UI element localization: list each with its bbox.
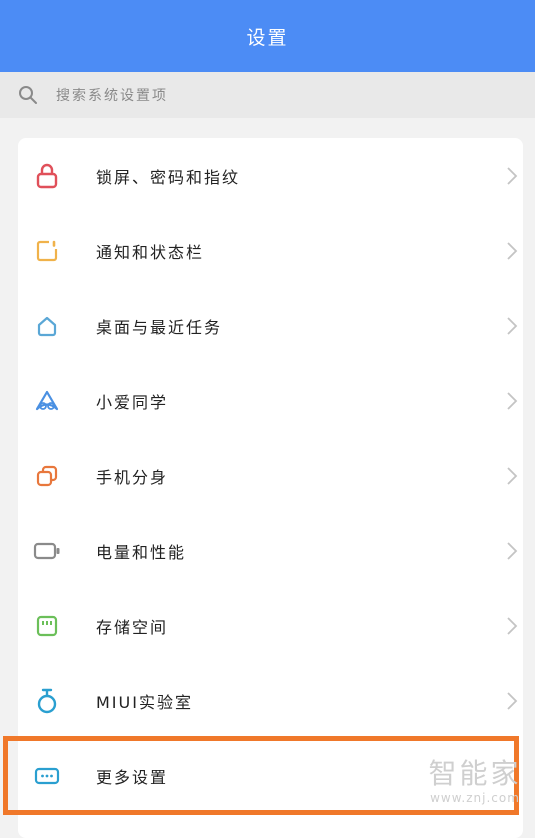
storage-icon [33,612,61,640]
settings-item-home-screen[interactable]: 桌面与最近任务 [18,288,523,363]
chevron-right-icon [505,616,519,636]
settings-item-label: 锁屏、密码和指纹 [96,167,241,187]
chevron-right-icon [505,466,519,486]
lock-icon [33,162,61,190]
settings-item-xiaoai[interactable]: 小爱同学 [18,363,523,438]
watermark: 智能家 www.znj.com [420,757,530,812]
chevron-right-icon [505,541,519,561]
chevron-right-icon [505,691,519,711]
watermark-url: www.znj.com [430,791,520,805]
watermark-text: 智能家 [428,757,522,790]
settings-item-label: 更多设置 [96,767,169,787]
app-header: 设置 [0,0,535,72]
xiaoai-icon [33,387,61,415]
chevron-right-icon [505,391,519,411]
settings-item-storage[interactable]: 存储空间 [18,588,523,663]
settings-item-label: 小爱同学 [96,392,169,412]
settings-item-label: 手机分身 [96,467,169,487]
settings-item-miui-lab[interactable]: MIUI实验室 [18,663,523,738]
settings-item-notifications[interactable]: 通知和状态栏 [18,213,523,288]
settings-item-label: 电量和性能 [96,542,187,562]
settings-item-label: MIUI实验室 [96,692,193,712]
chevron-right-icon [505,166,519,186]
settings-list: 锁屏、密码和指纹 通知和状态栏 桌面与最近任务 小爱同学 手机分身 电量和性能 … [18,138,523,838]
battery-icon [33,537,61,565]
page-title: 设置 [246,26,289,49]
search-icon [18,85,38,105]
chevron-right-icon [505,241,519,261]
lab-icon [33,687,61,715]
settings-item-label: 桌面与最近任务 [96,317,223,337]
settings-item-label: 通知和状态栏 [96,242,205,262]
settings-item-battery[interactable]: 电量和性能 [18,513,523,588]
dual-apps-icon [33,462,61,490]
settings-item-dual-apps[interactable]: 手机分身 [18,438,523,513]
settings-item-lock-screen[interactable]: 锁屏、密码和指纹 [18,138,523,213]
home-icon [33,312,61,340]
search-bar[interactable]: 搜索系统设置项 [0,72,535,118]
chevron-right-icon [505,316,519,336]
search-input[interactable]: 搜索系统设置项 [56,85,168,105]
settings-item-label: 存储空间 [96,617,169,637]
more-icon [33,762,61,790]
notification-icon [33,237,61,265]
